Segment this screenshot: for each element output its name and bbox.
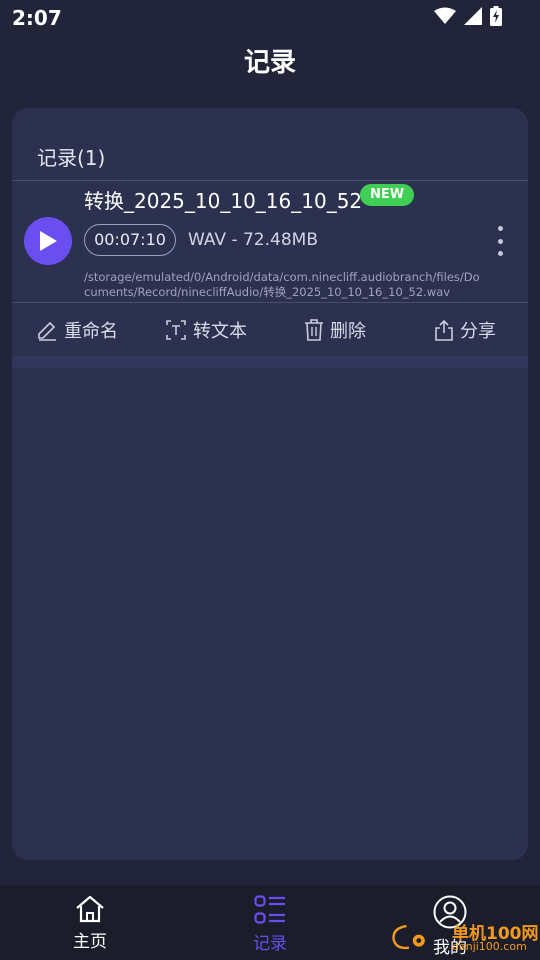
- watermark-url: danji100.com: [452, 940, 527, 953]
- nav-home-label: 主页: [73, 932, 107, 952]
- status-bar: 2:07: [0, 0, 540, 36]
- share-button[interactable]: 分享: [434, 304, 496, 356]
- list-icon: [254, 895, 285, 924]
- watermark-logo-icon: [392, 924, 425, 950]
- to-text-button[interactable]: 转文本: [165, 304, 247, 356]
- rename-button[interactable]: 重命名: [36, 304, 118, 356]
- play-icon: [40, 231, 57, 251]
- new-badge: NEW: [360, 184, 414, 206]
- rename-label: 重命名: [64, 321, 118, 342]
- to-text-label: 转文本: [193, 321, 247, 342]
- wifi-icon: [434, 7, 456, 24]
- divider: [12, 180, 528, 181]
- status-time: 2:07: [12, 6, 62, 30]
- play-button[interactable]: [24, 217, 72, 265]
- home-icon: [76, 895, 104, 923]
- watermark: 单机100网 danji100.com: [390, 915, 540, 960]
- share-label: 分享: [460, 321, 496, 342]
- delete-button[interactable]: 删除: [304, 304, 366, 356]
- nav-records-label: 记录: [253, 934, 287, 954]
- share-icon: [435, 319, 453, 341]
- battery-charging-icon: [490, 6, 502, 26]
- nav-records[interactable]: 记录: [210, 895, 330, 954]
- records-card: 记录(1) 转换_2025_10_10_16_10_52 NEW 00:07:1…: [12, 108, 528, 860]
- duration-pill: 00:07:10: [84, 224, 176, 256]
- file-info: WAV - 72.48MB: [188, 230, 318, 250]
- file-path: /storage/emulated/0/Android/data/com.nin…: [84, 270, 480, 299]
- action-row: 重命名 转文本 删除 分享: [12, 304, 528, 356]
- trash-icon: [305, 319, 323, 341]
- pencil-icon: [38, 321, 56, 341]
- nav-home[interactable]: 主页: [30, 895, 150, 952]
- page-title: 记录: [243, 48, 296, 78]
- list-footer-strip: [12, 356, 528, 368]
- recording-name: 转换_2025_10_10_16_10_52: [84, 189, 363, 213]
- status-icons: [434, 6, 502, 26]
- more-vertical-icon: [497, 226, 503, 231]
- divider: [12, 302, 528, 303]
- text-convert-icon: [166, 320, 186, 340]
- more-options-button[interactable]: [492, 226, 508, 256]
- records-count-header: 记录(1): [37, 146, 106, 170]
- delete-label: 删除: [330, 321, 366, 342]
- signal-icon: [464, 7, 482, 25]
